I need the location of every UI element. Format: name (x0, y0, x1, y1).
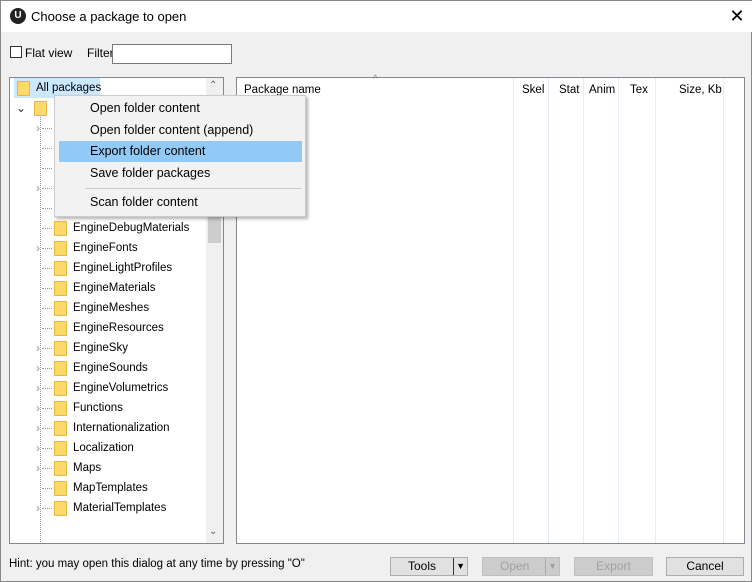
scroll-down-icon[interactable]: ⌄ (209, 526, 217, 537)
tree-item[interactable]: › Localization (10, 438, 206, 458)
folder-icon (54, 241, 67, 256)
scroll-up-icon[interactable]: ⌃ (209, 80, 217, 91)
folder-icon (54, 381, 67, 396)
tree-item[interactable]: EngineDebugMaterials (10, 218, 206, 238)
tree-item-label: EngineVolumetrics (73, 382, 169, 394)
tree-item-label: EngineSounds (73, 362, 148, 374)
hint-text: Hint: you may open this dialog at any ti… (9, 558, 305, 570)
folder-icon (54, 441, 67, 456)
tree-item-label: EngineDebugMaterials (73, 222, 190, 234)
tree-item[interactable]: EngineMaterials (10, 278, 206, 298)
folder-icon (54, 281, 67, 296)
tree-item[interactable]: EngineMeshes (10, 298, 206, 318)
open-button[interactable]: Open ▼ (482, 557, 560, 576)
dropdown-arrow-icon[interactable]: ▼ (453, 558, 465, 575)
tree-item-label: Functions (73, 402, 123, 414)
column-stat[interactable]: Stat (559, 84, 579, 96)
tree-item-label: EngineLightProfiles (73, 262, 173, 274)
folder-icon (54, 341, 67, 356)
chevron-right-icon[interactable]: › (36, 338, 40, 358)
tree-item-label: EngineSky (73, 342, 128, 354)
tree-item-label: MaterialTemplates (73, 502, 167, 514)
close-button[interactable]: ✕ (723, 3, 751, 29)
menu-item-scan-folder-content[interactable]: Scan folder content (59, 192, 302, 213)
folder-icon (54, 361, 67, 376)
tree-item[interactable]: › EngineSounds (10, 358, 206, 378)
column-skel[interactable]: Skel (522, 84, 544, 96)
filter-input[interactable] (112, 44, 232, 64)
folder-icon (54, 501, 67, 516)
menu-item-save-folder-packages[interactable]: Save folder packages (59, 163, 302, 184)
tree-item[interactable]: › EngineSky (10, 338, 206, 358)
tree-item[interactable]: › Maps (10, 458, 206, 478)
unreal-logo-icon: U (10, 8, 26, 24)
column-size[interactable]: Size, Kb (679, 84, 722, 96)
window-title: Choose a package to open (31, 9, 187, 24)
dropdown-arrow-icon[interactable]: ▼ (545, 558, 557, 575)
cancel-button[interactable]: Cancel (666, 557, 744, 576)
folder-icon (17, 81, 30, 96)
chevron-right-icon[interactable]: › (36, 358, 40, 378)
chevron-down-icon[interactable]: ⌄ (16, 98, 26, 118)
column-anim[interactable]: Anim (589, 84, 615, 96)
folder-icon (54, 301, 67, 316)
chevron-right-icon[interactable]: › (36, 398, 40, 418)
tree-item[interactable]: EngineResources (10, 318, 206, 338)
folder-icon (54, 421, 67, 436)
context-menu: Open folder content Open folder content … (54, 95, 306, 217)
chevron-right-icon[interactable]: › (36, 458, 40, 478)
export-button[interactable]: Export (574, 557, 653, 576)
chevron-right-icon[interactable]: › (36, 238, 40, 258)
title-bar: U Choose a package to open ✕ (1, 1, 752, 32)
tree-item-label: Localization (73, 442, 134, 454)
tree-item[interactable]: › Internationalization (10, 418, 206, 438)
chevron-right-icon[interactable]: › (36, 178, 40, 198)
menu-separator (85, 188, 301, 189)
flat-view-checkbox[interactable] (10, 46, 22, 58)
tree-item-label: EngineMaterials (73, 282, 156, 294)
tree-item-label: EngineMeshes (73, 302, 150, 314)
flat-view-label[interactable]: Flat view (25, 46, 72, 60)
tree-item-label: Maps (73, 462, 102, 474)
tree-item[interactable]: EngineLightProfiles (10, 258, 206, 278)
chevron-right-icon[interactable]: › (36, 378, 40, 398)
menu-item-open-folder-content-append[interactable]: Open folder content (append) (59, 120, 302, 141)
chevron-right-icon[interactable]: › (36, 418, 40, 438)
tools-button[interactable]: Tools ▼ (390, 557, 468, 576)
tree-item-label: EngineFonts (73, 242, 138, 254)
tree-item-label: Internationalization (73, 422, 170, 434)
folder-icon (54, 261, 67, 276)
chevron-right-icon[interactable]: › (36, 498, 40, 518)
folder-icon (34, 101, 47, 116)
folder-icon (54, 461, 67, 476)
tree-item-label: EngineResources (73, 322, 164, 334)
menu-item-open-folder-content[interactable]: Open folder content (59, 98, 302, 119)
package-list[interactable]: ^ Package name Skel Stat Anim Tex Size, … (236, 74, 745, 544)
tree-item-label: MapTemplates (73, 482, 148, 494)
folder-icon (54, 221, 67, 236)
chevron-right-icon[interactable]: › (36, 118, 40, 138)
tree-item[interactable]: › EngineFonts (10, 238, 206, 258)
chevron-right-icon[interactable]: › (36, 438, 40, 458)
sort-ascending-icon: ^ (373, 74, 378, 85)
folder-icon (54, 321, 67, 336)
tree-item[interactable]: › EngineVolumetrics (10, 378, 206, 398)
column-tex[interactable]: Tex (630, 84, 648, 96)
menu-item-export-folder-content[interactable]: Export folder content (59, 141, 302, 162)
folder-icon (54, 401, 67, 416)
tree-item[interactable]: MapTemplates (10, 478, 206, 498)
tree-item[interactable]: › MaterialTemplates (10, 498, 206, 518)
folder-icon (54, 481, 67, 496)
tree-item[interactable]: › Functions (10, 398, 206, 418)
